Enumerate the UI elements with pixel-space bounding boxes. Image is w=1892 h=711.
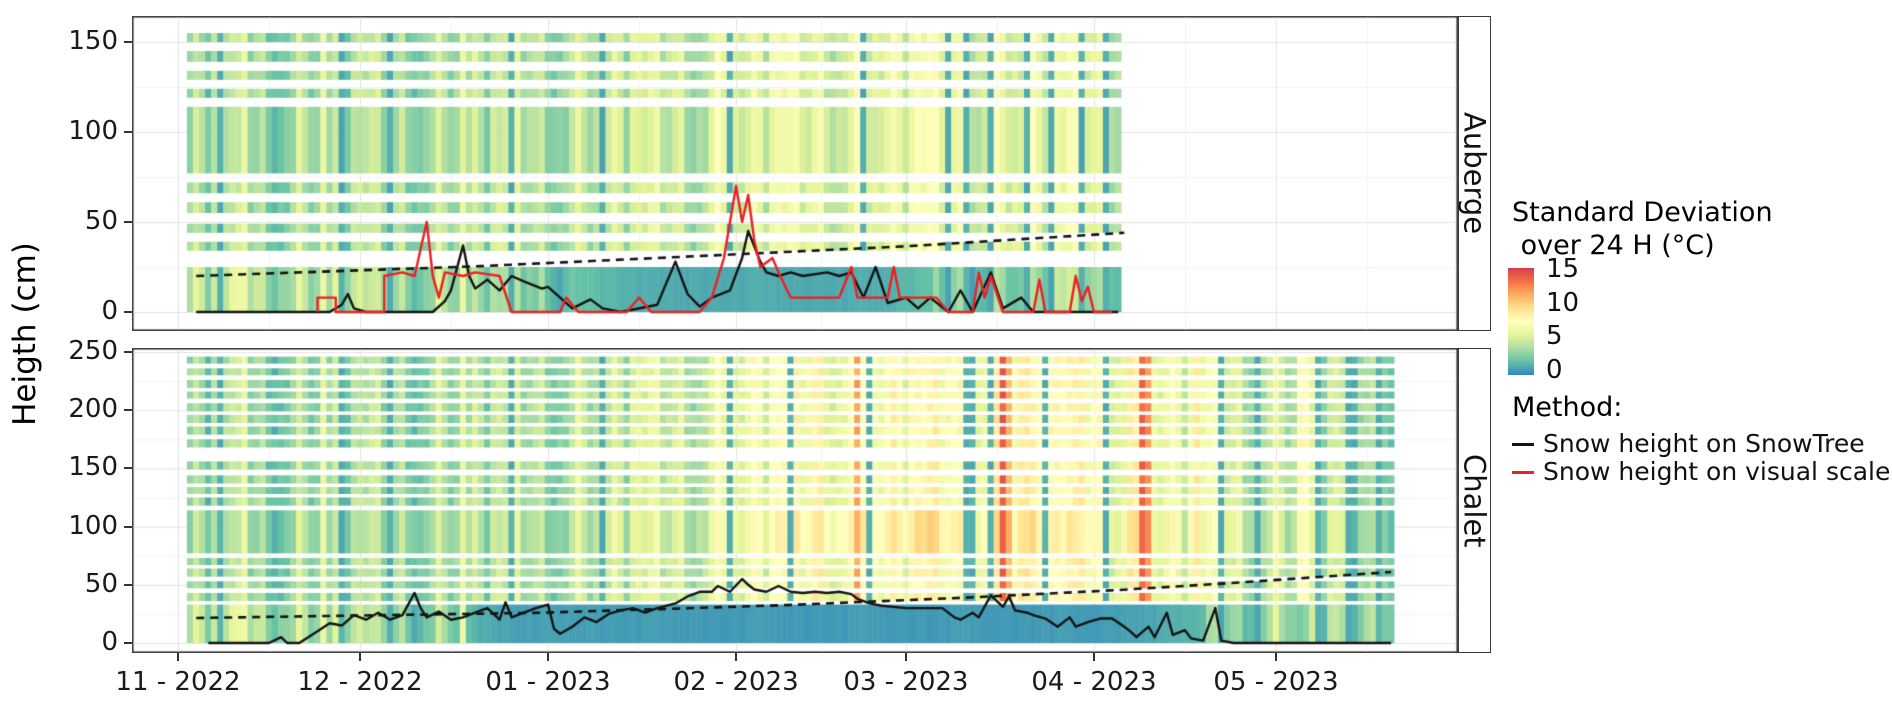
x-tick-label: 02 - 2023 bbox=[661, 667, 811, 697]
y-tick-label: 250 bbox=[20, 336, 118, 366]
y-tick-label: 50 bbox=[20, 569, 118, 599]
auberge-heatmap-canvas bbox=[132, 16, 1458, 331]
x-tick-mark bbox=[359, 653, 361, 661]
method-legend-items: Snow height on SnowTreeSnow height on vi… bbox=[1512, 431, 1890, 485]
black-line-sample-icon bbox=[1512, 443, 1534, 446]
y-tick-mark bbox=[124, 642, 132, 644]
y-tick-mark bbox=[124, 41, 132, 43]
figure: Heigth (cm) Auberge050100150Chalet050100… bbox=[0, 0, 1892, 711]
facet-strip-label: Auberge bbox=[1458, 112, 1492, 234]
y-tick-mark bbox=[124, 131, 132, 133]
chalet-heatmap-canvas bbox=[132, 348, 1458, 653]
y-tick-mark bbox=[124, 351, 132, 353]
method-item: Snow height on SnowTree bbox=[1512, 431, 1890, 457]
y-tick-label: 0 bbox=[20, 627, 118, 657]
colorbar-gradient bbox=[1508, 268, 1534, 375]
y-tick-label: 50 bbox=[20, 206, 118, 236]
x-tick-label: 01 - 2023 bbox=[473, 667, 623, 697]
x-tick-mark bbox=[547, 653, 549, 661]
x-tick-label: 11 - 2022 bbox=[103, 667, 253, 697]
method-legend: Method: Snow height on SnowTreeSnow heig… bbox=[1512, 392, 1890, 485]
method-item-label: Snow height on visual scale bbox=[1543, 459, 1890, 485]
colorbar: 151050 bbox=[1508, 268, 1728, 375]
y-tick-label: 0 bbox=[20, 296, 118, 326]
y-tick-mark bbox=[124, 311, 132, 313]
facet-strip-auberge: Auberge bbox=[1458, 16, 1491, 331]
y-tick-mark bbox=[124, 467, 132, 469]
colorbar-tick-label: 0 bbox=[1546, 355, 1563, 385]
y-tick-mark bbox=[124, 526, 132, 528]
x-tick-mark bbox=[905, 653, 907, 661]
y-tick-label: 150 bbox=[20, 26, 118, 56]
y-tick-label: 150 bbox=[20, 452, 118, 482]
y-tick-label: 100 bbox=[20, 511, 118, 541]
y-tick-mark bbox=[124, 409, 132, 411]
facet-strip-chalet: Chalet bbox=[1458, 348, 1491, 653]
y-tick-label: 100 bbox=[20, 116, 118, 146]
colorbar-legend: Standard Deviation over 24 H (°C) bbox=[1512, 196, 1773, 262]
x-tick-label: 05 - 2023 bbox=[1201, 667, 1351, 697]
colorbar-title-line1: Standard Deviation bbox=[1512, 196, 1773, 229]
x-tick-label: 04 - 2023 bbox=[1019, 667, 1169, 697]
x-tick-mark bbox=[735, 653, 737, 661]
x-tick-label: 03 - 2023 bbox=[831, 667, 981, 697]
x-tick-mark bbox=[177, 653, 179, 661]
y-tick-mark bbox=[124, 584, 132, 586]
x-tick-mark bbox=[1093, 653, 1095, 661]
x-tick-mark bbox=[1275, 653, 1277, 661]
colorbar-tick-label: 15 bbox=[1546, 254, 1579, 284]
colorbar-tick-label: 10 bbox=[1546, 288, 1579, 318]
method-item: Snow height on visual scale bbox=[1512, 459, 1890, 485]
red-line-sample-icon bbox=[1512, 471, 1534, 474]
y-tick-mark bbox=[124, 221, 132, 223]
method-item-label: Snow height on SnowTree bbox=[1543, 431, 1865, 457]
y-tick-label: 200 bbox=[20, 394, 118, 424]
colorbar-tick-label: 5 bbox=[1546, 321, 1563, 351]
method-legend-title: Method: bbox=[1512, 392, 1890, 423]
facet-strip-label: Chalet bbox=[1458, 454, 1492, 548]
x-tick-label: 12 - 2022 bbox=[285, 667, 435, 697]
